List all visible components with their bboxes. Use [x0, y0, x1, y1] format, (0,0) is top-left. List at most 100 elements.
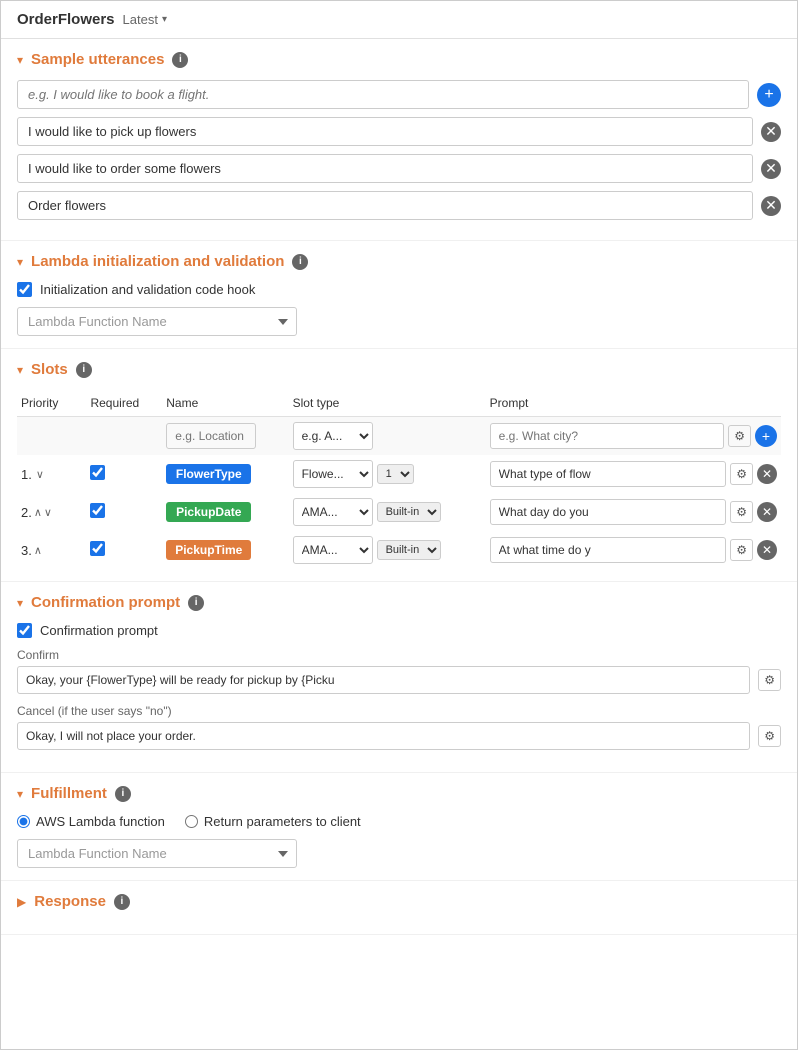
slot-2-priority-label: 2.	[21, 505, 32, 520]
confirmation-checkbox-row: Confirmation prompt	[17, 623, 781, 638]
fulfillment-params-radio[interactable]	[185, 815, 198, 828]
slots-collapse-icon: ▾	[17, 363, 23, 377]
new-slot-type-dropdown[interactable]: e.g. A...	[293, 422, 373, 450]
slot-1-gear-button[interactable]: ⚙	[730, 463, 753, 485]
sample-utterances-header[interactable]: ▾ Sample utterances i	[17, 51, 781, 68]
slot-3-priority: 3. ∧	[17, 531, 86, 569]
col-name: Name	[162, 390, 288, 417]
slot-1-type-dropdown[interactable]: Flowe...	[293, 460, 373, 488]
new-utterance-row: +	[17, 80, 781, 109]
version-selector[interactable]: Latest ▾	[123, 12, 167, 27]
slot-3-required-cell	[86, 531, 162, 569]
lambda-function-dropdown[interactable]: Lambda Function Name	[17, 307, 297, 336]
slot-2-remove-button[interactable]: ✕	[757, 502, 777, 522]
slot-2-down-arrow-icon[interactable]: ∨	[44, 506, 52, 519]
cancel-gear-button[interactable]: ⚙	[758, 725, 781, 747]
slot-3-name-badge[interactable]: PickupTime	[166, 540, 251, 560]
slots-header[interactable]: ▾ Slots i	[17, 361, 781, 378]
remove-utterance-2-button[interactable]: ✕	[761, 159, 781, 179]
slot-row-2: 2. ∧ ∨ PickupDate AMA...	[17, 493, 781, 531]
cancel-section: Cancel (if the user says "no") ⚙	[17, 704, 781, 750]
slots-header-row: Priority Required Name Slot type Prompt	[17, 390, 781, 417]
confirmation-prompt-header[interactable]: ▾ Confirmation prompt i	[17, 594, 781, 611]
sample-utterances-collapse-icon: ▾	[17, 53, 23, 67]
utterance-input-1[interactable]	[17, 117, 753, 146]
slots-table: Priority Required Name Slot type Prompt …	[17, 390, 781, 569]
slot-3-remove-button[interactable]: ✕	[757, 540, 777, 560]
slot-3-up-arrow-icon[interactable]: ∧	[34, 544, 42, 557]
response-info-icon: i	[114, 894, 130, 910]
slot-2-prompt-cell: ⚙ ✕	[486, 493, 781, 531]
confirm-section: Confirm ⚙	[17, 648, 781, 694]
response-title: Response	[34, 893, 106, 910]
slot-2-name-badge[interactable]: PickupDate	[166, 502, 251, 522]
slot-3-version-dropdown[interactable]: Built-in	[377, 540, 441, 560]
new-slot-priority	[17, 417, 86, 456]
slots-info-icon: i	[76, 362, 92, 378]
col-priority: Priority	[17, 390, 86, 417]
remove-utterance-1-button[interactable]: ✕	[761, 122, 781, 142]
cancel-input[interactable]	[17, 722, 750, 750]
new-slot-prompt-input[interactable]	[490, 423, 725, 449]
add-utterance-button[interactable]: +	[757, 83, 781, 107]
slot-1-prompt-cell: ⚙ ✕	[486, 455, 781, 493]
slot-2-gear-button[interactable]: ⚙	[730, 501, 753, 523]
sample-utterances-info-icon: i	[172, 52, 188, 68]
fulfillment-header[interactable]: ▾ Fulfillment i	[17, 785, 781, 802]
slot-1-down-arrow-icon[interactable]: ∨	[36, 468, 44, 481]
slot-2-required-checkbox[interactable]	[90, 503, 105, 518]
slot-2-version-dropdown[interactable]: Built-in	[377, 502, 441, 522]
fulfillment-lambda-radio[interactable]	[17, 815, 30, 828]
slots-section: ▾ Slots i Priority Required Name Slot ty…	[1, 349, 797, 582]
lambda-header[interactable]: ▾ Lambda initialization and validation i	[17, 253, 781, 270]
confirmation-collapse-icon: ▾	[17, 596, 23, 610]
lambda-collapse-icon: ▾	[17, 255, 23, 269]
slot-3-gear-button[interactable]: ⚙	[730, 539, 753, 561]
slot-row-1: 1. ∨ FlowerType Flowe...	[17, 455, 781, 493]
slot-3-required-checkbox[interactable]	[90, 541, 105, 556]
confirmation-prompt-section: ▾ Confirmation prompt i Confirmation pro…	[1, 582, 797, 773]
cancel-input-row: ⚙	[17, 722, 781, 750]
slot-3-prompt-input[interactable]	[490, 537, 727, 563]
slot-1-remove-button[interactable]: ✕	[757, 464, 777, 484]
fulfillment-params-option[interactable]: Return parameters to client	[185, 814, 361, 829]
sample-utterances-section: ▾ Sample utterances i + ✕ ✕ ✕	[1, 39, 797, 241]
confirm-input[interactable]	[17, 666, 750, 694]
fulfillment-section: ▾ Fulfillment i AWS Lambda function Retu…	[1, 773, 797, 881]
slot-2-prompt-input[interactable]	[490, 499, 727, 525]
slot-2-up-arrow-icon[interactable]: ∧	[34, 506, 42, 519]
slot-2-required-cell	[86, 493, 162, 531]
response-header[interactable]: ▶ Response i	[17, 893, 781, 910]
fulfillment-function-dropdown[interactable]: Lambda Function Name	[17, 839, 297, 868]
slot-1-required-checkbox[interactable]	[90, 465, 105, 480]
fulfillment-lambda-option[interactable]: AWS Lambda function	[17, 814, 165, 829]
utterance-input-2[interactable]	[17, 154, 753, 183]
header-bar: OrderFlowers Latest ▾	[1, 1, 797, 39]
page-title: OrderFlowers	[17, 11, 115, 28]
slot-1-name-badge[interactable]: FlowerType	[166, 464, 251, 484]
slot-2-type-dropdown[interactable]: AMA...	[293, 498, 373, 526]
confirm-gear-button[interactable]: ⚙	[758, 669, 781, 691]
confirmation-checkbox[interactable]	[17, 623, 32, 638]
remove-utterance-3-button[interactable]: ✕	[761, 196, 781, 216]
fulfillment-params-label: Return parameters to client	[204, 814, 361, 829]
fulfillment-collapse-icon: ▾	[17, 787, 23, 801]
utterance-row: ✕	[17, 191, 781, 220]
slots-title: Slots	[31, 361, 68, 378]
col-slottype: Slot type	[289, 390, 486, 417]
slot-3-name-cell: PickupTime	[162, 531, 288, 569]
new-utterance-input[interactable]	[17, 80, 749, 109]
slot-1-priority-label: 1.	[21, 467, 32, 482]
utterance-input-3[interactable]	[17, 191, 753, 220]
lambda-checkbox[interactable]	[17, 282, 32, 297]
slot-3-type-dropdown[interactable]: AMA...	[293, 536, 373, 564]
new-slot-gear-button[interactable]: ⚙	[728, 425, 751, 447]
new-slot-name-input[interactable]	[166, 423, 256, 449]
slot-1-version-dropdown[interactable]: 1	[377, 464, 414, 484]
fulfillment-radio-row: AWS Lambda function Return parameters to…	[17, 814, 781, 829]
slot-1-prompt-input[interactable]	[490, 461, 727, 487]
add-slot-button[interactable]: +	[755, 425, 777, 447]
slot-1-name-cell: FlowerType	[162, 455, 288, 493]
lambda-info-icon: i	[292, 254, 308, 270]
slot-1-required-cell	[86, 455, 162, 493]
